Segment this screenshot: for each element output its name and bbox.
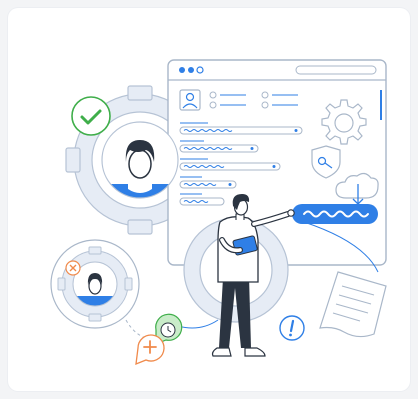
exclamation-icon bbox=[279, 315, 305, 341]
window-dot-icon bbox=[196, 66, 204, 74]
account-management-illustration bbox=[50, 59, 387, 366]
small-avatar-badge bbox=[50, 239, 140, 329]
close-icon bbox=[65, 260, 81, 276]
form-field bbox=[179, 126, 303, 135]
plus-icon bbox=[135, 334, 165, 366]
form-field bbox=[179, 162, 281, 171]
form-field bbox=[179, 197, 225, 206]
checkmark-icon bbox=[71, 96, 111, 136]
password-field[interactable] bbox=[292, 204, 378, 224]
radio-icon bbox=[261, 101, 269, 109]
window-dot-icon bbox=[188, 67, 194, 73]
radio-icon bbox=[209, 91, 217, 99]
window-dot-icon bbox=[179, 67, 185, 73]
radio-icon bbox=[209, 101, 217, 109]
document-icon bbox=[319, 271, 387, 338]
radio-icon bbox=[261, 91, 269, 99]
gear-icon bbox=[321, 99, 367, 145]
illustration-card bbox=[8, 8, 410, 391]
